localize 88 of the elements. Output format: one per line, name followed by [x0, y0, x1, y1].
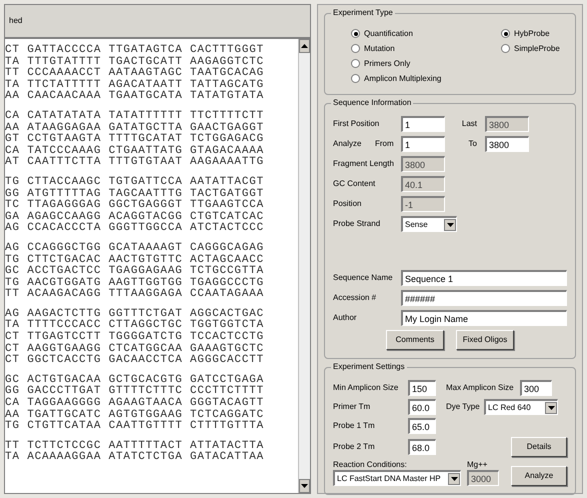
text-field[interactable]: 60.0	[408, 399, 436, 415]
field-label: Accession #	[333, 293, 378, 303]
sequence-line: GC ACCTGACTCC TGAGGAGAAG TCTGCCGTTA	[5, 266, 266, 278]
field-label: Primer Tm	[333, 402, 372, 412]
field-label: Position	[333, 199, 362, 209]
sequence-line: TA TTTGTATTTT TGACTGCATT AAGAGGTCTC	[5, 56, 266, 68]
push-button[interactable]: Comments	[386, 330, 444, 350]
dropdown[interactable]: LC Red 640	[484, 399, 558, 415]
radio-button[interactable]	[351, 74, 360, 83]
sequence-line: CT GGCTCACCTG GACAACCTCA AGGGCACCTT	[5, 355, 266, 367]
sequence-line: TT TCTTCTCCGC AATTTTTACT ATTATACTTA	[5, 440, 266, 452]
field-label: SimpleProbe	[514, 44, 560, 54]
sequence-line: TG CTTCTGACAC AACTGTGTTC ACTAGCAACC	[5, 254, 266, 266]
field-label: To	[468, 139, 478, 149]
sequence-line: TC TTAGAGGGAG GGCTGAGGGT TTGAAGTCCA	[5, 200, 266, 212]
scroll-up-icon[interactable]	[299, 39, 310, 53]
field-label: Sequence Name	[333, 273, 394, 283]
field-label: Probe Strand	[333, 219, 382, 229]
sequence-line: TA ACAAAAGGAA ATATCTCTGA GATACATTAA	[5, 452, 266, 464]
sequence-line: TT CCCAAAACCT AATAAGTAGC TAATGCACAG	[5, 68, 266, 80]
sequence-line: CT AAGGTGAAGG CTCATGGCAA GAAAGTGCTC	[5, 344, 266, 355]
push-button[interactable]: Fixed Oligos	[456, 330, 514, 350]
radio-button[interactable]	[351, 29, 360, 38]
panel-title: hed	[9, 15, 22, 27]
sequence-line: TT ACAAGACAGG TTTAAGGAGA CCAATAGAAA	[5, 289, 266, 301]
field-label: Primers Only	[364, 58, 410, 68]
text-field[interactable]: My Login Name	[401, 310, 567, 326]
text-field[interactable]: 1	[401, 116, 445, 132]
sequence-line: CA TATCCCAAAG CTGAATTATG GTAGACAAAA	[5, 146, 266, 157]
field-label: Last	[460, 119, 478, 129]
field-label: Max Amplicon Size	[445, 383, 515, 393]
field-label: Min Amplicon Size	[333, 383, 400, 393]
field-label: Probe 2 Tm	[333, 442, 376, 452]
group-title: Sequence Information	[331, 98, 414, 108]
sequence-line: AT CAATTTCTTA TTTGTGTAAT AAGAAAATTG	[5, 157, 266, 169]
sequence-line: GT CCTGTAAGTA TTTTGCATAT TCTGGAGACG	[5, 134, 266, 146]
scroll-down-icon[interactable]	[299, 479, 310, 493]
group-title: Experiment Type	[331, 8, 395, 18]
sequence-line: AA TGATTGCATC AGTGTGGAAG TCTCAGGATC	[5, 410, 266, 421]
group-title: Experiment Settings	[331, 362, 407, 372]
sequence-line: TG AACGTGGATG AAGTTGGTGG TGAGGCCCTG	[5, 278, 266, 289]
text-field[interactable]: 65.0	[408, 418, 436, 434]
text-field[interactable]: Sequence 1	[401, 270, 567, 286]
sequence-line: TA TTCTATTTTT AGACATAATT TATTAGCATG	[5, 80, 266, 91]
field-label: Dye Type	[445, 402, 481, 412]
radio-button[interactable]	[351, 59, 360, 68]
radio-button[interactable]	[351, 44, 360, 53]
field-label: Mutation	[364, 44, 395, 54]
text-field[interactable]: ######	[401, 290, 567, 306]
field-label: Probe 1 Tm	[333, 421, 376, 431]
text-field[interactable]: 1	[401, 136, 445, 152]
field-label: From	[375, 139, 395, 149]
field-label: Author	[333, 313, 358, 323]
field-label: GC Content	[333, 179, 376, 189]
field-label: Mg++	[467, 460, 488, 470]
sequence-line: AA CAACAACAAA TGAATGCATA TATATGTATA	[5, 91, 266, 103]
sequence-line: AG CCACACCCTA GGGTTGGCCA ATCTACTCCC	[5, 223, 266, 235]
field-label: Fragment Length	[333, 159, 395, 169]
field-label: Analyze	[333, 139, 362, 149]
sequence-line: GG GACCCTTGAT GTTTTCTTTC CCCTTCTTTT	[5, 386, 266, 398]
sequence-line: TA TTTTCCCACC CTTAGGCTGC TGGTGGTCTA	[5, 320, 266, 332]
sequence-line: TG CTGTTCATAA CAATTGTTTT CTTTTGTTTA	[5, 421, 266, 433]
radio-button[interactable]	[501, 44, 510, 53]
sequence-line: AG AAGACTCTTG GGTTTCTGAT AGGCACTGAC	[5, 308, 266, 320]
field-label: HybProbe	[514, 28, 550, 38]
text-field[interactable]: 300	[520, 380, 552, 396]
dropdown[interactable]: Sense	[401, 216, 457, 232]
radio-button[interactable]	[501, 29, 510, 38]
field-label: First Position	[333, 119, 380, 129]
sequence-line: CA CATATATATA TATATTTTTT TTCTTTTCTT	[5, 110, 266, 122]
sequence-line: CA TAGGAAGGGG AGAAGTAACA GGGTACAGTT	[5, 398, 266, 410]
sequence-line: CT TTGAGTCCTT TGGGGATCTG TCCACTCCTG	[5, 332, 266, 344]
text-field[interactable]: 150	[408, 380, 436, 396]
field-label: Reaction Conditions:	[333, 460, 408, 470]
sequence-line: GC ACTGTGACAA GCTGCACGTG GATCCTGAGA	[5, 374, 266, 386]
push-button[interactable]: Analyze	[511, 466, 567, 486]
sequence-line: GG ATGTTTTTAG TAGCAATTTG TACTGATGGT	[5, 188, 266, 200]
sequence-line: TG CTTACCAAGC TGTGATTCCA AATATTACGT	[5, 176, 266, 188]
sequence-line: GA AGAGCCAAGG ACAGGTACGG CTGTCATCAC	[5, 212, 266, 223]
push-button[interactable]: Details	[511, 437, 567, 457]
text-field[interactable]: 3800	[485, 136, 529, 152]
sequence-line: CT GATTACCCCA TTGATAGTCA CACTTTGGGT	[5, 45, 266, 56]
sequence-line: AG CCAGGGCTGG GCATAAAAGT CAGGGCAGAG	[5, 242, 266, 254]
text-field[interactable]: 68.0	[408, 439, 436, 455]
dropdown[interactable]: LC FastStart DNA Master HP	[333, 470, 461, 486]
sequence-line: AA ATAAGGAGAA GATATGCTTA GAACTGAGGT	[5, 122, 266, 134]
field-label: Amplicon Multiplexing	[364, 74, 442, 84]
field-label: Quantification	[364, 28, 413, 38]
